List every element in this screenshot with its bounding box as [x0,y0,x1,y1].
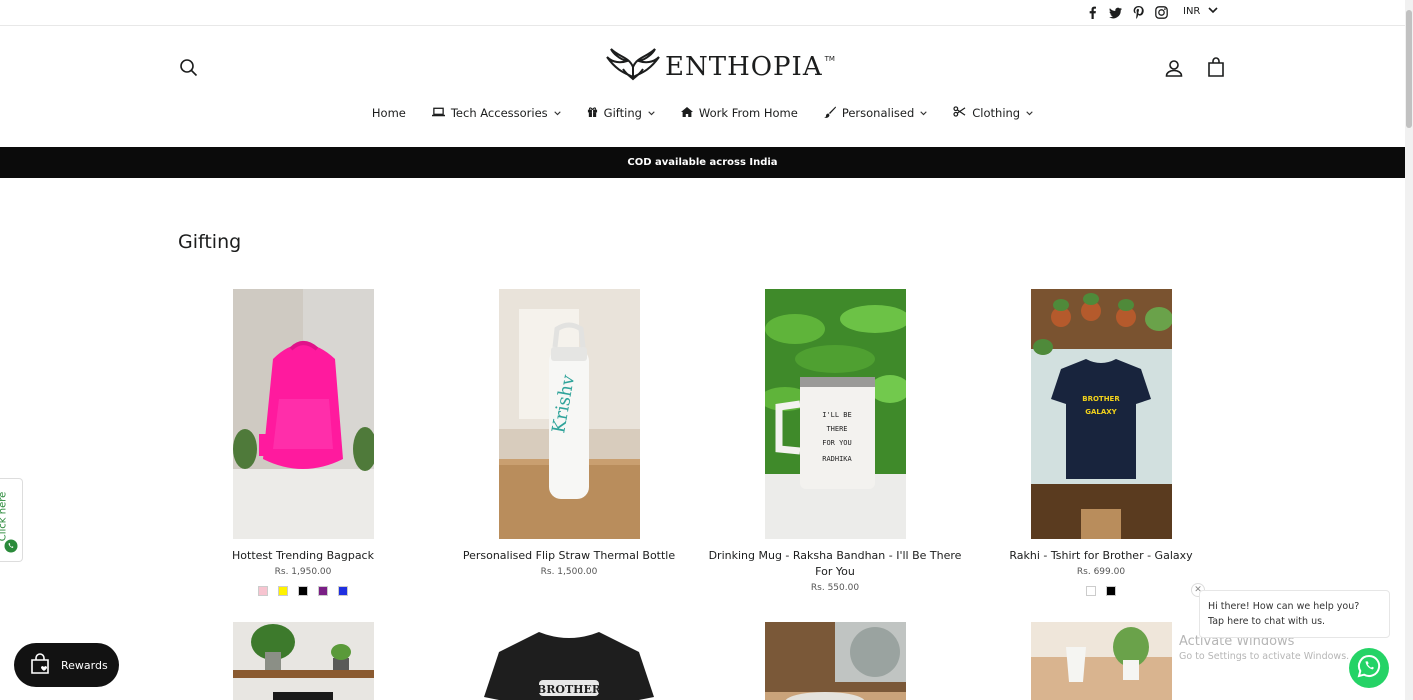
product-card[interactable]: BROTHER GALAXY Rakhi - Tshirt for Brothe… [968,289,1234,596]
svg-text:RADHIKA: RADHIKA [822,455,852,463]
chat-prompt[interactable]: Hi there! How can we help you? Tap here … [1199,590,1390,638]
watermark-subtitle: Go to Settings to activate Windows. [1179,651,1350,662]
chevron-down-icon [920,109,927,118]
product-image-tshirt[interactable]: BROTHER GALAXY [1030,289,1172,539]
chevron-down-icon [1026,109,1033,118]
color-swatches [258,586,348,596]
utility-bar: INR [0,0,1405,26]
swatch-white[interactable] [1086,586,1096,596]
rewards-label: Rewards [61,658,108,672]
product-image-backpack[interactable] [232,289,374,539]
main-nav: Home Tech Accessories Gifting Work From … [0,104,1405,122]
svg-text:BROTHER: BROTHER [537,683,602,696]
product-price: Rs. 1,500.00 [540,567,598,577]
chat-line-2: Tap here to chat with us. [1208,616,1326,627]
product-grid: Hottest Trending Bagpack Rs. 1,950.00 Kr… [170,289,1236,700]
page-title: Gifting [178,231,242,253]
nav-label: Tech Accessories [450,106,548,120]
nav-item-work-from-home[interactable]: Work From Home [668,104,811,122]
swatch-blue[interactable] [338,586,348,596]
search-icon[interactable] [179,58,199,78]
product-card[interactable]: I'LL BE THERE FOR YOU RADHIKA Drinking M… [702,289,968,596]
product-card[interactable]: Krishv Personalised Flip Straw Thermal B… [436,289,702,596]
product-price: Rs. 699.00 [1076,567,1126,577]
account-icon[interactable] [1164,58,1184,78]
laptop-icon [431,106,445,120]
page-scrollbar[interactable] [1405,0,1413,700]
cart-icon[interactable] [1206,57,1226,77]
product-price: Rs. 1,950.00 [274,567,332,577]
announcement-bar: COD available across India [0,147,1405,178]
product-price: Rs. 550.00 [810,583,860,593]
svg-text:I'LL BE: I'LL BE [822,411,852,419]
currency-label: INR [1183,6,1201,17]
color-swatches [1086,586,1116,596]
swatch-black[interactable] [298,586,308,596]
product-image-bottle[interactable]: Krishv [498,289,640,539]
chevron-down-icon [1208,6,1218,17]
rewards-button[interactable]: Rewards [14,643,119,687]
nav-item-clothing[interactable]: Clothing [940,104,1046,122]
product-card[interactable]: BROTHER [436,622,702,700]
nav-label: Personalised [841,106,915,120]
svg-text:THERE: THERE [826,425,847,433]
shopping-bag-heart-icon [29,652,51,678]
product-title[interactable]: Hottest Trending Bagpack [173,548,433,564]
swatch-black[interactable] [1106,586,1116,596]
svg-text:BROTHER: BROTHER [1082,395,1120,403]
product-image-mug[interactable]: I'LL BE THERE FOR YOU RADHIKA [764,289,906,539]
currency-selector[interactable]: INR [1183,6,1218,17]
swatch-pink[interactable] [258,586,268,596]
chevron-down-icon [553,109,561,118]
nav-item-home[interactable]: Home [359,104,419,122]
pinterest-icon[interactable] [1131,5,1146,20]
nav-item-gifting[interactable]: Gifting [574,104,668,122]
gift-icon [587,106,598,120]
whatsapp-icon [1357,654,1381,682]
nav-item-tech-accessories[interactable]: Tech Accessories [419,104,574,122]
chat-line-1: Hi there! How can we help you? [1208,601,1360,612]
product-title[interactable]: Drinking Mug - Raksha Bandhan - I'll Be … [705,548,965,580]
scissors-icon [953,106,966,120]
product-card[interactable] [702,622,968,700]
announcement-text: COD available across India [627,157,778,168]
product-title[interactable]: Rakhi - Tshirt for Brother - Galaxy [971,548,1231,564]
svg-text:GALAXY: GALAXY [1085,408,1117,416]
product-title[interactable]: Personalised Flip Straw Thermal Bottle [439,548,699,564]
product-image[interactable] [764,622,906,700]
scrollbar-thumb[interactable] [1406,10,1412,128]
product-card[interactable] [170,622,436,700]
brush-icon [823,106,836,121]
windows-activation-watermark: Activate Windows Go to Settings to activ… [1179,634,1349,662]
social-links [1085,5,1169,20]
home-icon [680,106,693,120]
facebook-icon[interactable] [1085,5,1100,20]
nav-label: Gifting [603,106,642,120]
swatch-purple[interactable] [318,586,328,596]
click-here-label: Click here [0,491,9,542]
instagram-icon[interactable] [1154,5,1169,20]
wings-logo-icon [603,47,663,87]
twitter-icon[interactable] [1108,5,1123,20]
nav-label: Home [371,106,406,120]
svg-text:FOR YOU: FOR YOU [822,439,852,447]
logo-text: ENTHOPIA [665,52,823,82]
nav-label: Work From Home [698,106,798,120]
swatch-yellow[interactable] [278,586,288,596]
nav-item-personalised[interactable]: Personalised [811,104,940,122]
whatsapp-small-icon [4,538,18,557]
nav-label: Clothing [972,106,1021,120]
chevron-down-icon [648,109,655,118]
product-image[interactable]: BROTHER [479,622,659,700]
product-image[interactable] [1030,622,1172,700]
logo-trademark: TM [824,55,835,63]
product-card[interactable]: Hottest Trending Bagpack Rs. 1,950.00 [170,289,436,596]
click-here-tab[interactable]: Click here [0,478,23,562]
whatsapp-button[interactable] [1349,648,1389,688]
product-image[interactable] [232,622,374,700]
site-logo[interactable]: ENTHOPIA TM [603,47,835,87]
